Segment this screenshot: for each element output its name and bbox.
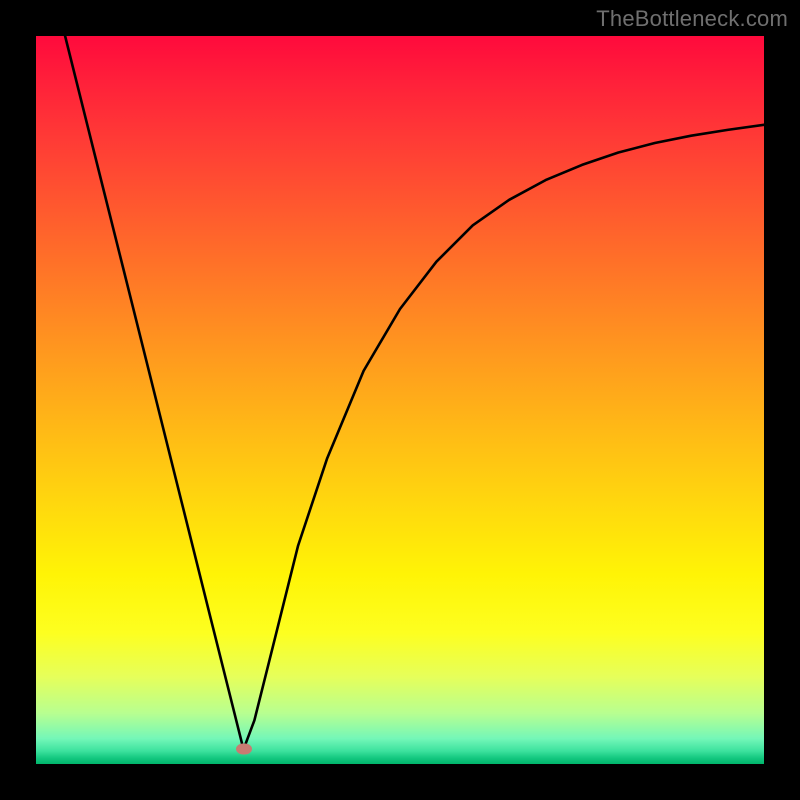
curve-layer [36, 36, 764, 764]
watermark-text: TheBottleneck.com [596, 6, 788, 32]
chart-frame: TheBottleneck.com [0, 0, 800, 800]
plot-area [36, 36, 764, 764]
min-marker [236, 744, 252, 755]
bottleneck-curve [65, 36, 764, 749]
